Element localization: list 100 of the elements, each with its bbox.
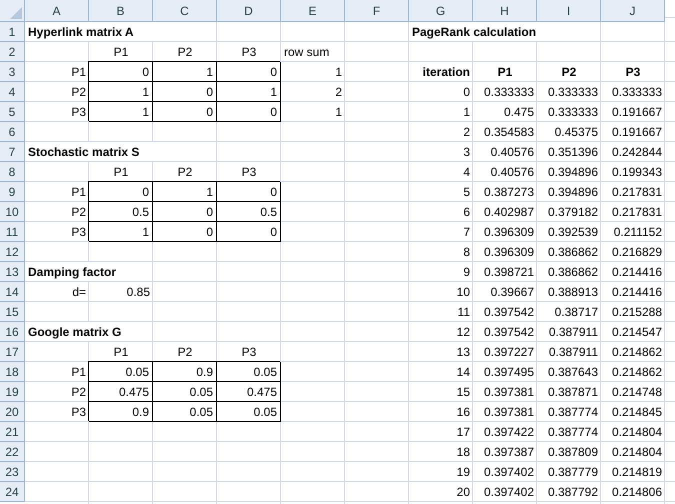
column-header[interactable]: F (345, 0, 409, 22)
row-header[interactable]: 1 (0, 22, 25, 42)
table-cell-text: 1 (334, 64, 343, 81)
table-cell-text: 3 (462, 144, 471, 161)
matrix-cell: 1 (153, 62, 217, 82)
table-cell-text: 0.40576 (490, 144, 535, 161)
table-cell-text: 9 (462, 264, 471, 281)
row-header[interactable]: 20 (0, 402, 25, 422)
table-cell-text: 16 (456, 404, 471, 421)
table-cell-text: 0.214804 (610, 444, 663, 461)
column-header[interactable]: C (153, 0, 217, 22)
row-header[interactable]: 19 (0, 382, 25, 402)
table-cell-text: 19 (456, 464, 471, 481)
row-header[interactable]: 18 (0, 362, 25, 382)
row-label: d= (71, 284, 87, 301)
row-header[interactable]: 13 (0, 262, 25, 282)
select-all-corner[interactable] (0, 0, 25, 22)
column-header[interactable]: E (281, 0, 345, 22)
table-cell-text: 0.396309 (482, 244, 535, 261)
table-cell-text: 0.40576 (490, 164, 535, 181)
table-cell-text: 0.214748 (610, 384, 663, 401)
row-header[interactable]: 23 (0, 462, 25, 482)
table-cell-text: 0.45375 (554, 124, 599, 141)
table-cell-text: 14 (456, 364, 471, 381)
row-header[interactable]: 7 (0, 142, 25, 162)
matrix-cell: 0 (153, 222, 217, 242)
row-header[interactable]: 12 (0, 242, 25, 262)
column-label: P2 (560, 64, 578, 81)
matrix-cell: 0.05 (89, 362, 153, 382)
table-cell-text: row sum (283, 44, 330, 61)
row-label: P2 (70, 84, 87, 101)
row-label: P3 (70, 224, 87, 241)
table-cell-text: 0.214806 (610, 484, 663, 501)
table-cell-text: 0.397387 (482, 444, 535, 461)
row-header[interactable]: 22 (0, 442, 25, 462)
table-cell-text: 0.211152 (612, 224, 663, 241)
matrix-cell: 1 (89, 102, 153, 122)
matrix-cell: 1 (217, 82, 281, 102)
row-header[interactable]: 9 (0, 182, 25, 202)
row-header[interactable]: 4 (0, 82, 25, 102)
row-header[interactable]: 3 (0, 62, 25, 82)
row-label: P1 (70, 364, 87, 381)
row-header[interactable]: 8 (0, 162, 25, 182)
table-cell-text: 18 (456, 444, 471, 461)
table-cell-text: 2 (462, 124, 471, 141)
column-header[interactable]: G (409, 0, 473, 22)
column-header[interactable]: D (217, 0, 281, 22)
row-header[interactable]: 14 (0, 282, 25, 302)
matrix-cell: 0.5 (217, 202, 281, 222)
column-label: P2 (176, 164, 194, 181)
matrix-cell: 0 (217, 222, 281, 242)
column-header[interactable]: A (25, 0, 89, 22)
row-header[interactable]: 5 (0, 102, 25, 122)
column-label: P1 (496, 64, 514, 81)
table-cell-text: 0.333333 (546, 84, 599, 101)
table-cell-text: 0.214862 (610, 364, 663, 381)
table-cell-text: 0.394896 (546, 164, 599, 181)
row-header[interactable]: 6 (0, 122, 25, 142)
table-cell-text: 11 (456, 304, 471, 321)
column-header[interactable]: J (601, 0, 665, 22)
matrix-cell: 0.9 (153, 362, 217, 382)
table-cell-text: 0.191667 (610, 104, 663, 121)
column-header[interactable]: H (473, 0, 537, 22)
matrix-cell: 0.05 (217, 402, 281, 422)
row-header[interactable]: 11 (0, 222, 25, 242)
column-header[interactable]: B (89, 0, 153, 22)
matrix-cell: 0 (89, 182, 153, 202)
table-cell-text: 8 (462, 244, 471, 261)
column-label: iteration (422, 64, 471, 81)
table-cell-text: 15 (456, 384, 471, 401)
row-label: P1 (70, 184, 87, 201)
row-label: P3 (70, 404, 87, 421)
table-cell-text: 0.394896 (546, 184, 599, 201)
row-header[interactable]: 21 (0, 422, 25, 442)
table-cell-text: 0.398721 (482, 264, 535, 281)
table-cell-text: 0.333333 (610, 84, 663, 101)
table-cell-text: 0 (462, 84, 471, 101)
table-cell-text: 0.397381 (482, 404, 535, 421)
matrix-cell: 0 (153, 82, 217, 102)
table-cell-text: 0.379182 (546, 204, 599, 221)
table-cell-text: 0.397402 (482, 464, 535, 481)
table-cell-text: 0.214416 (610, 284, 663, 301)
table-cell-text: 0.85 (126, 284, 151, 301)
row-header[interactable]: 17 (0, 342, 25, 362)
row-header[interactable]: 2 (0, 42, 25, 62)
table-cell-text: 7 (462, 224, 471, 241)
table-cell-text: 0.38717 (554, 304, 599, 321)
row-header[interactable]: 24 (0, 482, 25, 502)
table-cell-text: 0.199343 (610, 164, 663, 181)
table-cell-text: 0.39667 (490, 284, 535, 301)
matrix-cell: 0 (217, 62, 281, 82)
table-cell-text: 1 (334, 104, 343, 121)
column-label: P1 (112, 164, 130, 181)
matrix-cell: 0.5 (89, 202, 153, 222)
row-header[interactable]: 16 (0, 322, 25, 342)
table-cell-text: 4 (462, 164, 471, 181)
row-header[interactable]: 10 (0, 202, 25, 222)
column-header[interactable]: I (537, 0, 601, 22)
row-header[interactable]: 15 (0, 302, 25, 322)
table-cell-text: 13 (456, 344, 471, 361)
